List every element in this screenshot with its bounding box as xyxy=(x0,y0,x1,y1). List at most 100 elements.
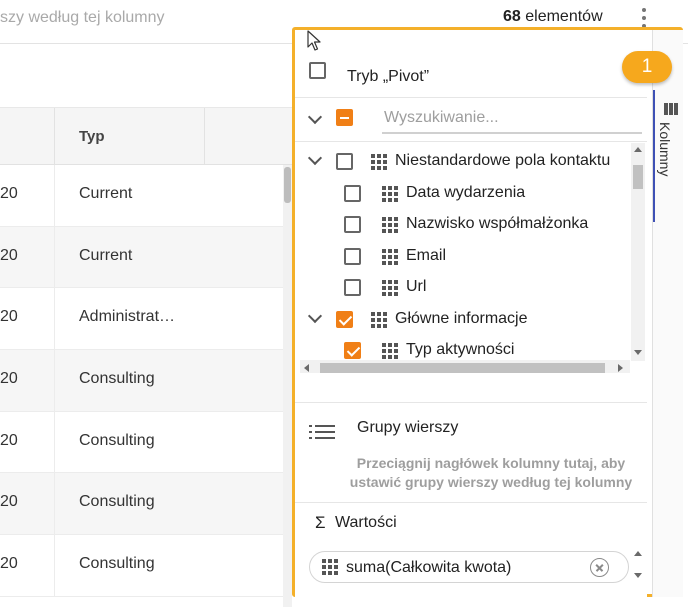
column-item[interactable]: Nazwisko współmałżonka xyxy=(295,210,635,241)
table-cell: 20 xyxy=(0,555,18,573)
column-search-row xyxy=(295,98,647,142)
data-grid: Typ 20 Current 20 Current 20 Administrat… 20 Co… xyxy=(0,45,296,607)
column-item[interactable]: Email xyxy=(295,242,635,273)
table-row[interactable]: 20 Current xyxy=(0,165,286,227)
column-item-label: Email xyxy=(406,246,447,264)
table-cell: 20 xyxy=(0,431,18,449)
table-cell: 20 xyxy=(0,308,18,326)
table-cell-typ: Consulting xyxy=(79,370,155,388)
scroll-up-arrow-icon[interactable] xyxy=(634,551,642,556)
column-checkbox[interactable] xyxy=(336,153,353,170)
table-row[interactable]: 20 Consulting xyxy=(0,411,286,474)
column-group-item[interactable]: Główne informacje xyxy=(295,305,635,336)
drag-handle-icon[interactable] xyxy=(382,280,398,296)
column-item[interactable]: Url xyxy=(295,273,635,304)
table-row[interactable]: 20 Consulting xyxy=(0,473,286,536)
tab-columns-label: Kolumny xyxy=(657,122,673,177)
item-count-number: 68 xyxy=(503,8,521,25)
column-header-typ[interactable]: Typ xyxy=(79,128,105,145)
values-title: Wartości xyxy=(335,514,397,531)
row-groups-drop-hint[interactable]: Przeciągnij nagłówek kolumny tutaj, aby … xyxy=(345,454,637,492)
mouse-cursor-icon xyxy=(307,30,321,51)
column-checkbox[interactable] xyxy=(344,216,361,233)
column-item-label: Data wydarzenia xyxy=(406,183,526,201)
columns-icon xyxy=(664,103,678,115)
table-row[interactable]: 20 Consulting xyxy=(0,350,286,412)
drag-handle-icon[interactable] xyxy=(382,185,398,202)
column-item-label: Url xyxy=(406,278,427,295)
scroll-down-arrow-icon[interactable] xyxy=(634,573,642,578)
row-group-drop-zone[interactable]: szy według tej kolumny xyxy=(0,9,165,27)
drag-handle-icon[interactable] xyxy=(322,559,338,575)
scroll-down-arrow-icon[interactable] xyxy=(634,350,642,355)
column-tree: Typ aktywności Główne informacje Url Email N… xyxy=(295,143,647,373)
table-cell: 20 xyxy=(0,493,18,511)
header-divider xyxy=(54,108,55,165)
column-checkbox[interactable] xyxy=(344,247,361,265)
value-chip[interactable]: suma(Całkowita kwota) xyxy=(309,551,629,583)
drag-handle-icon[interactable] xyxy=(382,343,398,359)
column-item-label: Nazwisko współmałżonka xyxy=(406,215,589,232)
cell-divider xyxy=(54,473,55,535)
table-cell-typ: Consulting xyxy=(79,431,155,449)
cell-divider xyxy=(54,288,55,350)
drag-handle-icon[interactable] xyxy=(382,217,398,233)
remove-icon[interactable] xyxy=(590,558,609,577)
scrollbar-thumb[interactable] xyxy=(284,167,291,203)
cell-divider xyxy=(54,535,55,596)
column-item[interactable]: Data wydarzenia xyxy=(295,179,635,210)
side-bar: Kolumny xyxy=(652,30,683,597)
screen: szy według tej kolumny 68 elementów Typ … xyxy=(0,0,688,607)
header-divider xyxy=(204,108,205,165)
chevron-down-icon[interactable] xyxy=(307,109,323,125)
drag-handle-icon[interactable] xyxy=(382,248,398,265)
sigma-icon: Σ xyxy=(315,513,326,532)
cell-divider xyxy=(54,350,55,411)
drag-handle-icon[interactable] xyxy=(371,154,387,170)
table-row[interactable]: 20 Consulting xyxy=(0,535,286,597)
table-row[interactable]: 20 Current xyxy=(0,226,286,289)
drag-handle-icon[interactable] xyxy=(371,311,387,328)
tab-columns[interactable]: Kolumny xyxy=(653,90,684,222)
list-icon xyxy=(309,425,335,441)
values-section: Σ Wartości suma(Całkowita kwota) xyxy=(295,502,647,597)
table-row[interactable]: 20 Administrat… xyxy=(0,288,286,351)
column-search-input[interactable] xyxy=(382,104,642,134)
cell-divider xyxy=(54,226,55,288)
chevron-down-icon[interactable] xyxy=(307,308,323,323)
cell-divider xyxy=(54,165,55,226)
column-group-item[interactable]: Niestandardowe pola kontaktu xyxy=(295,147,635,178)
table-cell-typ: Consulting xyxy=(79,555,155,573)
chevron-down-icon[interactable] xyxy=(307,150,323,166)
scroll-up-arrow-icon[interactable] xyxy=(634,147,642,152)
column-checkbox[interactable] xyxy=(344,279,361,296)
table-cell-typ: Consulting xyxy=(79,493,155,511)
table-cell-typ: Current xyxy=(79,185,133,202)
tree-vertical-scrollbar[interactable] xyxy=(631,143,645,361)
column-checkbox[interactable] xyxy=(336,310,353,328)
pivot-mode-row: Tryb „Pivot” xyxy=(295,54,647,98)
column-checkbox[interactable] xyxy=(344,184,361,202)
scrollbar-thumb[interactable] xyxy=(633,165,643,189)
column-checkbox[interactable] xyxy=(344,342,361,359)
step-callout-badge: 1 xyxy=(622,51,672,83)
grid-vertical-scrollbar[interactable] xyxy=(283,165,292,607)
tree-horizontal-scrollbar[interactable] xyxy=(300,360,630,373)
table-cell-typ: Administrat… xyxy=(79,308,176,326)
table-cell: 20 xyxy=(0,246,18,264)
scrollbar-thumb[interactable] xyxy=(320,363,605,373)
grid-body: 20 Current 20 Current 20 Administrat… 20 Consul… xyxy=(0,165,286,597)
column-item-label: Główne informacje xyxy=(395,309,528,327)
scroll-right-arrow-icon[interactable] xyxy=(618,364,623,372)
select-all-checkbox[interactable] xyxy=(336,109,353,126)
column-item-label: Niestandardowe pola kontaktu xyxy=(395,152,611,169)
table-cell: 20 xyxy=(0,185,18,202)
item-count-suffix: elementów xyxy=(520,8,603,25)
table-cell: 20 xyxy=(0,370,18,388)
table-cell-typ: Current xyxy=(79,246,133,264)
grid-empty-area xyxy=(0,45,296,108)
item-count: 68 elementów xyxy=(503,8,603,26)
pivot-mode-label: Tryb „Pivot” xyxy=(347,68,430,85)
scroll-left-arrow-icon[interactable] xyxy=(304,364,309,372)
pivot-mode-checkbox[interactable] xyxy=(309,62,326,79)
